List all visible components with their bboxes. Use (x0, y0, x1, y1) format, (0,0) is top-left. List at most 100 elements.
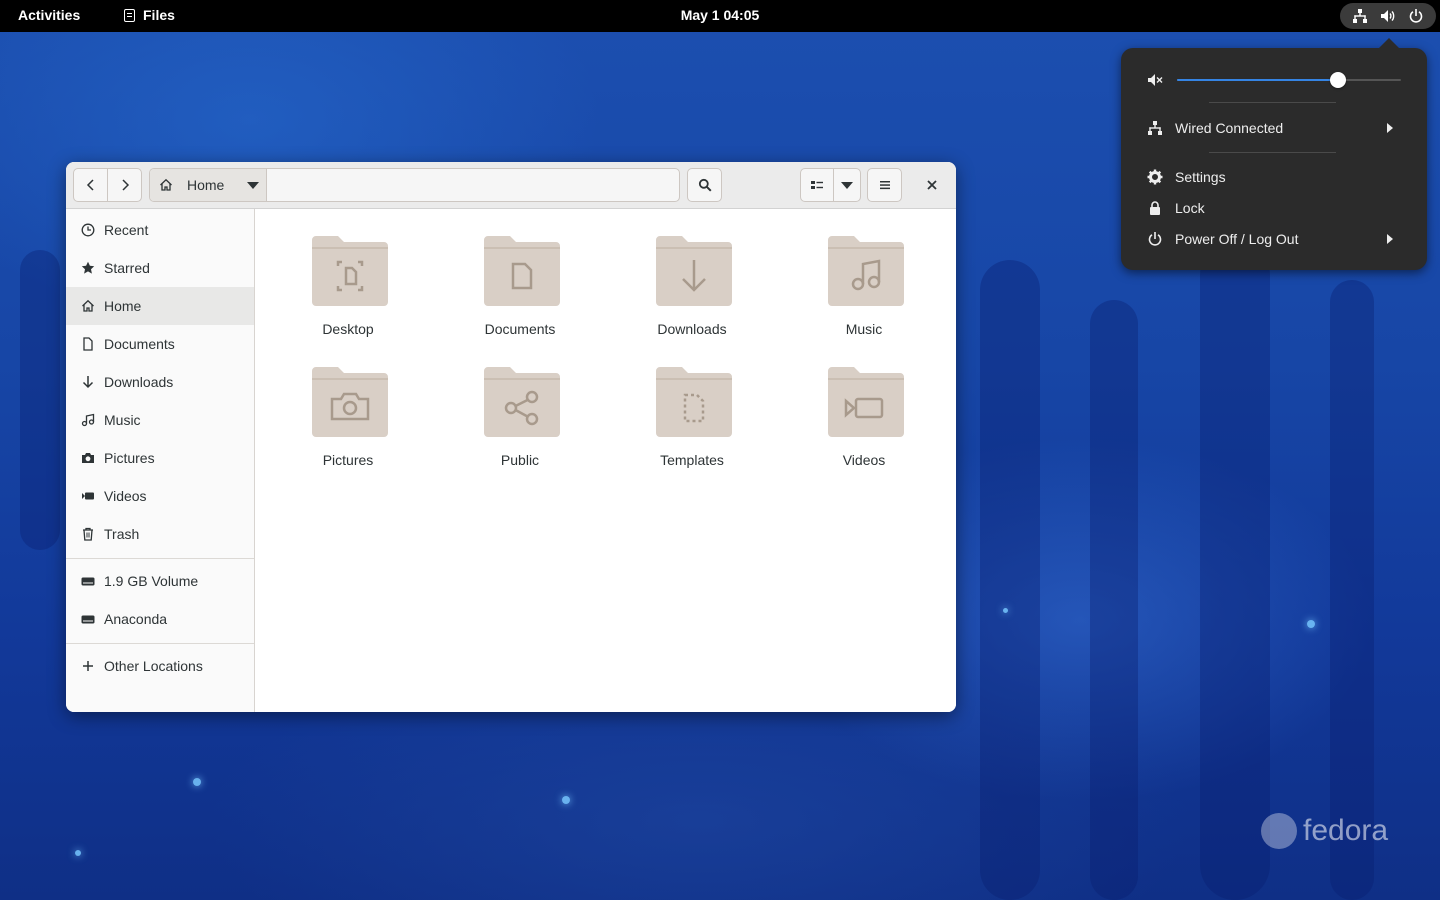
download-icon (82, 376, 94, 389)
settings-item[interactable]: Settings (1147, 165, 1403, 189)
folder-label: Documents (484, 321, 556, 337)
folder-videos[interactable]: Videos (789, 342, 939, 468)
search-icon (698, 178, 712, 192)
camera-icon (82, 453, 94, 463)
main-menu-button[interactable] (867, 168, 902, 202)
volume-slider[interactable] (1177, 72, 1401, 88)
folder-downloads[interactable]: Downloads (617, 211, 767, 337)
settings-label: Settings (1175, 169, 1226, 185)
submenu-arrow-icon (1387, 234, 1393, 244)
sidebar-item-videos[interactable]: Videos (66, 477, 254, 515)
separator (1209, 152, 1336, 153)
back-button[interactable] (73, 168, 108, 202)
sidebar-item-label: Videos (104, 488, 147, 504)
sidebar-item-music[interactable]: Music (66, 401, 254, 439)
fedora-logo-icon (1261, 813, 1297, 849)
fedora-wordmark: fedora (1303, 814, 1389, 847)
documents-folder-icon (484, 236, 560, 306)
list-view-icon (811, 181, 823, 189)
close-icon (927, 180, 937, 190)
sidebar-item-label: Recent (104, 222, 149, 238)
search-button[interactable] (687, 168, 722, 202)
sidebar-item-recent[interactable]: Recent (66, 211, 254, 249)
chevron-left-icon (86, 179, 94, 191)
activities-button[interactable]: Activities (18, 7, 80, 23)
music-folder-icon (828, 236, 904, 306)
network-wired-icon (1353, 9, 1367, 23)
system-menu: Wired Connected Settings Lock Power Off … (1121, 38, 1427, 270)
path-home-button[interactable]: Home (150, 169, 267, 201)
templates-folder-icon (656, 367, 732, 437)
video-camera-icon (82, 492, 94, 500)
hamburger-menu-icon (879, 181, 890, 190)
sidebar-item-downloads[interactable]: Downloads (66, 363, 254, 401)
power-icon (1409, 9, 1423, 23)
folder-public[interactable]: Public (445, 342, 595, 468)
sidebar-item-other-locations[interactable]: Other Locations (66, 647, 254, 685)
folder-documents[interactable]: Documents (445, 211, 595, 337)
pictures-folder-icon (312, 367, 388, 437)
view-mode-button[interactable] (800, 168, 834, 202)
forward-button[interactable] (107, 168, 142, 202)
path-home-label: Home (187, 177, 225, 193)
lock-label: Lock (1175, 200, 1205, 216)
power-off-item[interactable]: Power Off / Log Out (1147, 227, 1403, 251)
sidebar-item-anaconda[interactable]: Anaconda (66, 600, 254, 638)
power-icon (1148, 232, 1162, 246)
drive-icon (81, 577, 95, 586)
volume-muted-icon[interactable] (1147, 72, 1163, 88)
app-menu-button[interactable]: Files (124, 7, 175, 23)
sidebar-item-pictures[interactable]: Pictures (66, 439, 254, 477)
sidebar-separator (66, 643, 254, 644)
sidebar-item-label: Home (104, 298, 142, 314)
drive-icon (81, 615, 95, 624)
header-bar: Home (66, 162, 956, 209)
sidebar-item-label: Trash (104, 526, 140, 542)
chevron-down-icon (841, 181, 853, 189)
sidebar-item-starred[interactable]: Starred (66, 249, 254, 287)
sidebar-item-label: Anaconda (104, 611, 168, 627)
folder-label: Templates (660, 452, 724, 468)
sidebar-item-volume[interactable]: 1.9 GB Volume (66, 562, 254, 600)
system-status-button[interactable] (1340, 3, 1436, 29)
lock-item[interactable]: Lock (1147, 196, 1403, 220)
folder-templates[interactable]: Templates (617, 342, 767, 468)
trash-icon (83, 527, 93, 541)
folder-label: Music (845, 321, 883, 337)
network-wired-icon (1148, 121, 1162, 135)
sidebar-item-trash[interactable]: Trash (66, 515, 254, 553)
path-bar[interactable]: Home (149, 168, 680, 202)
separator (1209, 102, 1336, 103)
videos-folder-icon (828, 367, 904, 437)
folder-label: Pictures (322, 452, 374, 468)
files-app-icon (124, 8, 135, 22)
file-grid: Desktop Documents Downloads Music Pictur… (255, 209, 956, 712)
folder-label: Videos (842, 452, 886, 468)
view-options-button[interactable] (833, 168, 861, 202)
folder-pictures[interactable]: Pictures (273, 342, 423, 468)
sidebar-item-label: Documents (104, 336, 175, 352)
wired-connected-label: Wired Connected (1175, 120, 1284, 136)
close-window-button[interactable] (920, 173, 944, 197)
folder-music[interactable]: Music (789, 211, 939, 337)
clock-icon (81, 223, 95, 237)
submenu-arrow-icon (1387, 123, 1393, 133)
sidebar-item-home[interactable]: Home (66, 287, 254, 325)
sidebar-item-label: 1.9 GB Volume (104, 573, 199, 589)
sidebar-item-label: Other Locations (104, 658, 203, 674)
volume-slider-handle[interactable] (1330, 72, 1347, 88)
folder-label: Public (500, 452, 540, 468)
folder-label: Downloads (657, 321, 727, 337)
clock-button[interactable]: May 1 04:05 (681, 7, 760, 23)
folder-desktop[interactable]: Desktop (273, 211, 423, 337)
wired-connected-item[interactable]: Wired Connected (1147, 116, 1403, 140)
sidebar-item-documents[interactable]: Documents (66, 325, 254, 363)
chevron-down-icon (247, 182, 259, 189)
folder-label: Desktop (322, 321, 374, 337)
plus-icon (83, 661, 93, 671)
volume-icon (1381, 10, 1395, 22)
files-window: Home Recent Starred Home Documents Downl… (66, 162, 956, 712)
fedora-watermark: fedora (1261, 813, 1388, 849)
home-icon (160, 178, 172, 191)
volume-slider-fill (1177, 79, 1339, 81)
